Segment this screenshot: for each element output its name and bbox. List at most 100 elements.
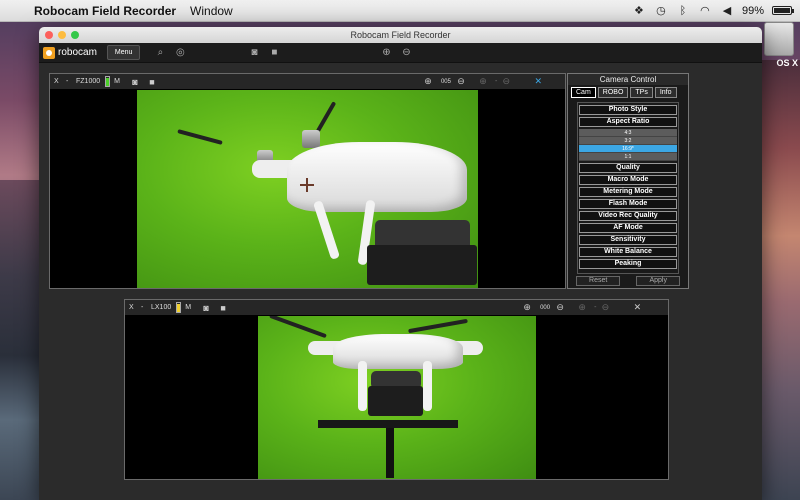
camera-control-panel: Camera Control Cam ROBO TPs Info Photo S… bbox=[567, 73, 689, 289]
menu-bar: Robocam Field Recorder Window ❖ ◷ ᛒ ◠ ◀ … bbox=[0, 0, 800, 22]
camera-icon[interactable]: ◙ bbox=[199, 303, 213, 313]
camera-mode: M bbox=[114, 78, 120, 85]
panel-footer: Reset Apply bbox=[568, 274, 688, 288]
video-rec-quality-button[interactable]: Video Rec Quality bbox=[579, 211, 677, 221]
flash-mode-button[interactable]: Flash Mode bbox=[579, 199, 677, 209]
focus-plus-icon[interactable]: ⊕ bbox=[575, 302, 589, 313]
close-window-button[interactable] bbox=[45, 31, 53, 39]
settings-tools-icon[interactable]: ✕ bbox=[531, 76, 545, 87]
close-camera-button[interactable]: X bbox=[129, 304, 141, 311]
camera-feed[interactable] bbox=[125, 316, 668, 479]
search-icon[interactable]: ⌕ bbox=[152, 45, 168, 61]
camera-on-drone bbox=[368, 386, 423, 416]
peaking-button[interactable]: Peaking bbox=[579, 259, 677, 269]
window-menu[interactable]: Window bbox=[190, 4, 233, 18]
tab-tps[interactable]: TPs bbox=[630, 87, 653, 98]
robocam-logo-icon bbox=[43, 46, 55, 59]
window-titlebar[interactable]: Robocam Field Recorder bbox=[39, 27, 762, 43]
zoom-out-icon[interactable]: ⊖ bbox=[398, 45, 414, 61]
apply-button[interactable]: Apply bbox=[636, 276, 680, 286]
tripod-pole bbox=[386, 428, 394, 478]
drone-body bbox=[287, 142, 467, 212]
video-camera-icon[interactable]: ■ bbox=[145, 77, 159, 87]
dropbox-icon[interactable]: ❖ bbox=[632, 4, 646, 17]
app-menu[interactable]: Robocam Field Recorder bbox=[34, 4, 176, 18]
propeller bbox=[177, 129, 223, 145]
aspect-option-16-9[interactable]: 16:9* bbox=[579, 145, 677, 153]
settings-list: Photo Style Aspect Ratio 4:3 3:2 16:9* 1… bbox=[577, 102, 679, 274]
zoom-out-icon[interactable]: ⊖ bbox=[454, 76, 468, 87]
focus-crosshair[interactable] bbox=[300, 178, 314, 192]
tab-info[interactable]: Info bbox=[654, 87, 677, 98]
camera-tray bbox=[318, 420, 458, 428]
camera-mode: M bbox=[185, 304, 192, 311]
bluetooth-icon[interactable]: ᛒ bbox=[676, 5, 690, 17]
zoom-in-icon[interactable]: ⊕ bbox=[378, 45, 394, 61]
metering-mode-button[interactable]: Metering Mode bbox=[579, 187, 677, 197]
zoom-out-icon[interactable]: ⊖ bbox=[553, 302, 567, 313]
zoom-window-button[interactable] bbox=[71, 31, 79, 39]
time-machine-icon[interactable]: ◷ bbox=[654, 4, 668, 17]
camera-header: X - LX100 M ◙ ■ ⊕ 000 ⊖ ⊕ - ⊖ ✕ bbox=[125, 300, 668, 316]
aspect-ratio-button[interactable]: Aspect Ratio bbox=[579, 117, 677, 127]
aspect-option-1-1[interactable]: 1:1 bbox=[579, 153, 677, 161]
camera-name: LX100 bbox=[151, 304, 172, 311]
motor bbox=[302, 130, 320, 148]
camera-battery-icon bbox=[105, 76, 111, 87]
camera-feed[interactable] bbox=[50, 90, 565, 288]
camera-icon[interactable]: ◙ bbox=[246, 45, 262, 61]
minimize-camera-button[interactable]: - bbox=[66, 78, 76, 85]
landing-gear bbox=[358, 361, 367, 411]
minimize-camera-button[interactable]: - bbox=[141, 304, 151, 311]
menu-button[interactable]: Menu bbox=[106, 45, 141, 60]
battery-icon[interactable] bbox=[772, 6, 794, 15]
sensitivity-button[interactable]: Sensitivity bbox=[579, 235, 677, 245]
camera-icon[interactable]: ◙ bbox=[128, 77, 142, 87]
logo-text: robocam bbox=[58, 47, 97, 58]
window-title: Robocam Field Recorder bbox=[350, 30, 451, 40]
camera-header: X - FZ1000 M ◙ ■ ⊕ 005 ⊖ ⊕ - ⊖ ✕ bbox=[50, 74, 565, 90]
panel-title: Camera Control bbox=[568, 74, 688, 85]
tab-robo[interactable]: ROBO bbox=[597, 87, 629, 98]
camera-name: FZ1000 bbox=[76, 78, 101, 85]
window-controls bbox=[45, 31, 79, 39]
desktop-wallpaper-right bbox=[760, 60, 800, 500]
live-view-image bbox=[258, 316, 536, 479]
volume-icon[interactable]: ◀ bbox=[720, 4, 734, 17]
white-balance-button[interactable]: White Balance bbox=[579, 247, 677, 257]
camera-on-drone bbox=[367, 245, 477, 285]
aspect-option-4-3[interactable]: 4:3 bbox=[579, 129, 677, 137]
quality-button[interactable]: Quality bbox=[579, 163, 677, 173]
zoom-in-icon[interactable]: ⊕ bbox=[520, 302, 534, 313]
camera-panel-lx100: X - LX100 M ◙ ■ ⊕ 000 ⊖ ⊕ - ⊖ ✕ bbox=[124, 299, 669, 480]
focus-minus-icon[interactable]: ⊖ bbox=[598, 302, 612, 313]
drone-body bbox=[333, 334, 463, 369]
video-camera-icon[interactable]: ■ bbox=[266, 45, 282, 61]
camera-panel-fz1000: X - FZ1000 M ◙ ■ ⊕ 005 ⊖ ⊕ - ⊖ ✕ bbox=[49, 73, 566, 289]
aspect-option-3-2[interactable]: 3:2 bbox=[579, 137, 677, 145]
macro-mode-button[interactable]: Macro Mode bbox=[579, 175, 677, 185]
main-toolbar: robocam Menu ⌕ ◎ ◙ ■ ⊕ ⊖ bbox=[39, 43, 762, 63]
propeller bbox=[315, 101, 337, 133]
focus-minus-icon[interactable]: ⊖ bbox=[499, 76, 513, 87]
desktop-wallpaper-left bbox=[0, 180, 40, 500]
hard-drive-icon[interactable] bbox=[764, 22, 794, 56]
reset-button[interactable]: Reset bbox=[576, 276, 621, 286]
photo-style-button[interactable]: Photo Style bbox=[579, 105, 677, 115]
close-camera-button[interactable]: X bbox=[54, 78, 66, 85]
separator: - bbox=[594, 304, 597, 311]
video-camera-icon[interactable]: ■ bbox=[216, 303, 230, 313]
aspect-ratio-options: 4:3 3:2 16:9* 1:1 bbox=[579, 129, 677, 161]
settings-tools-icon[interactable]: ✕ bbox=[630, 302, 644, 313]
af-mode-button[interactable]: AF Mode bbox=[579, 223, 677, 233]
status-area: ❖ ◷ ᛒ ◠ ◀ 99% bbox=[632, 4, 794, 17]
landing-gear bbox=[423, 361, 432, 411]
battery-percent[interactable]: 99% bbox=[742, 5, 764, 17]
focus-plus-icon[interactable]: ⊕ bbox=[476, 76, 490, 87]
target-icon[interactable]: ◎ bbox=[172, 45, 188, 61]
wifi-icon[interactable]: ◠ bbox=[698, 4, 712, 17]
tab-cam[interactable]: Cam bbox=[571, 87, 596, 98]
zoom-in-icon[interactable]: ⊕ bbox=[421, 76, 435, 87]
minimize-window-button[interactable] bbox=[58, 31, 66, 39]
zoom-value: 005 bbox=[440, 78, 451, 85]
